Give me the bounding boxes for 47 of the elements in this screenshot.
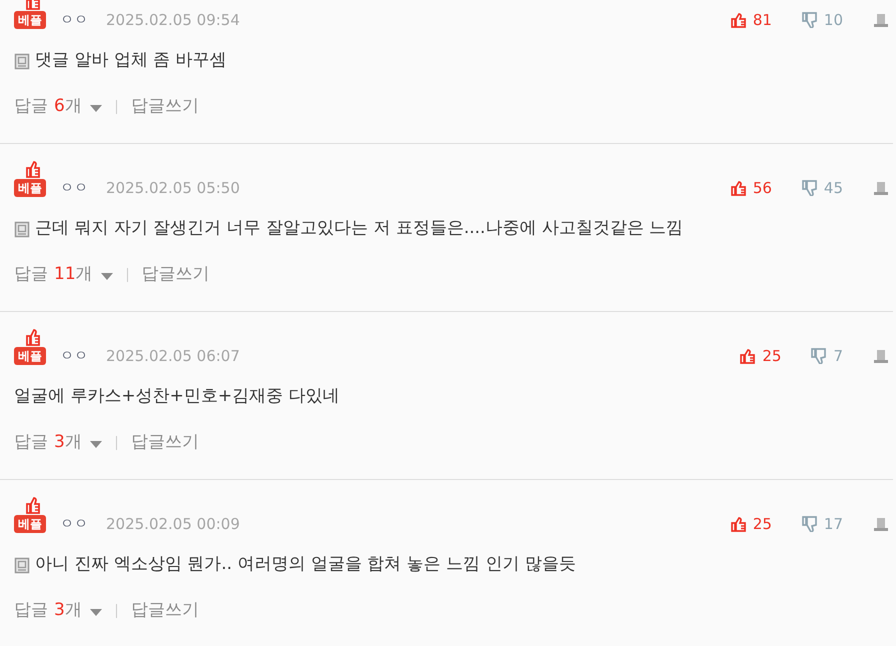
thumbs-up-icon[interactable] — [730, 180, 747, 196]
best-badge: 베플 — [14, 11, 46, 29]
downvote-count: 10 — [824, 10, 843, 31]
best-badge: 베플 — [14, 515, 46, 533]
comment-date: 2025.02.05 06:07 — [106, 346, 240, 367]
downvote-count: 17 — [824, 514, 843, 535]
write-reply-link[interactable]: 답글쓰기 — [142, 262, 210, 288]
author-name[interactable]: ㅇㅇ — [60, 178, 88, 198]
upvote-count: 25 — [762, 346, 782, 367]
thumbs-up-icon — [25, 160, 41, 178]
replies-toggle[interactable]: 답글 3개 — [14, 430, 102, 456]
comment-date: 2025.02.05 09:54 — [106, 10, 240, 31]
thumbs-up-icon[interactable] — [730, 12, 747, 28]
best-badge: 베플 — [14, 347, 46, 365]
thumbs-down-icon[interactable] — [802, 516, 818, 532]
comment-text: 아니 진짜 엑소상임 뭔가.. 여러명의 얼굴을 합쳐 놓은 느낌 인기 많을듯 — [35, 553, 576, 576]
author-name[interactable]: ㅇㅇ — [60, 514, 88, 534]
replies-toggle[interactable]: 답글 3개 — [14, 598, 102, 624]
write-reply-link[interactable]: 답글쓰기 — [130, 430, 199, 456]
thumbs-up-icon — [25, 496, 41, 514]
caret-icon — [90, 441, 102, 448]
author-name[interactable]: ㅇㅇ — [60, 346, 88, 366]
upvote-count: 25 — [752, 514, 772, 535]
best-badge: 베플 — [14, 179, 46, 197]
replies-toggle[interactable]: 답글 11개 — [14, 262, 113, 288]
replies-toggle[interactable]: 답글 6개 — [14, 94, 102, 120]
caret-icon — [90, 105, 102, 112]
downvote-count: 7 — [833, 346, 843, 367]
thumbs-down-icon[interactable] — [811, 348, 828, 364]
comment-text: 댓글 알바 업체 좀 바꾸셈 — [35, 49, 227, 72]
caret-icon — [90, 609, 102, 616]
upvote-count: 56 — [752, 178, 772, 199]
comment-text: 얼굴에 루카스+성찬+민호+김재중 다있네 — [14, 385, 340, 408]
upvote-count: 81 — [752, 10, 772, 31]
thumbs-up-icon — [25, 328, 41, 346]
author-name[interactable]: ㅇㅇ — [60, 10, 88, 30]
thumbs-up-icon[interactable] — [740, 348, 756, 364]
downvote-count: 45 — [824, 178, 843, 199]
write-reply-link[interactable]: 답글쓰기 — [130, 598, 199, 624]
comment-text: 근데 뭐지 자기 잘생긴거 너무 잘알고있다는 저 표정들은....나중에 사고칠것같은 느낌 — [35, 217, 684, 240]
caret-icon — [100, 273, 113, 280]
comment-date: 2025.02.05 00:09 — [106, 514, 240, 535]
comment-date: 2025.02.05 05:50 — [106, 178, 240, 199]
thumbs-down-icon[interactable] — [802, 180, 818, 196]
thumbs-down-icon[interactable] — [802, 12, 818, 28]
thumbs-up-icon[interactable] — [730, 516, 747, 532]
write-reply-link[interactable]: 답글쓰기 — [130, 94, 199, 120]
